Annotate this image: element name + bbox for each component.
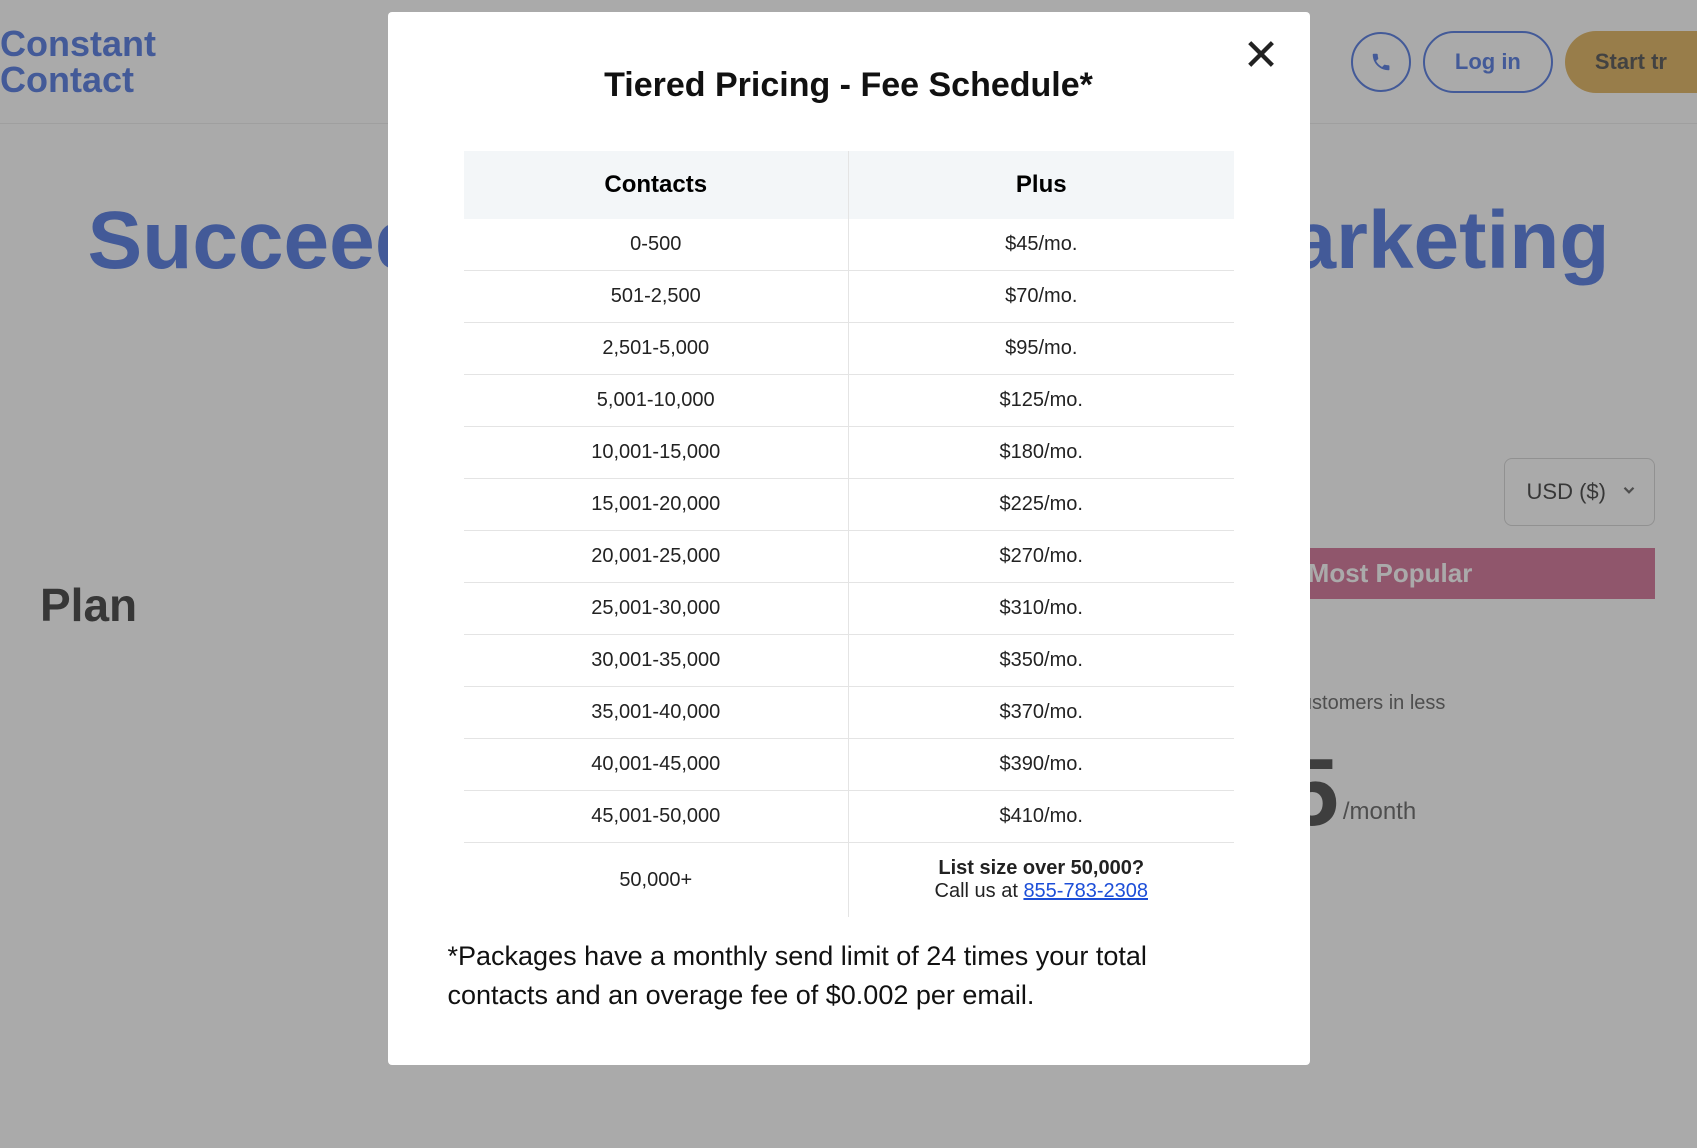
over-limit-call-text: Call us at: [935, 880, 1024, 902]
price-cell: $410/mo.: [849, 791, 1234, 843]
table-row: 10,001-15,000$180/mo.: [464, 427, 1234, 479]
contacts-cell: 501-2,500: [464, 271, 849, 323]
price-cell: $125/mo.: [849, 375, 1234, 427]
price-cell: $390/mo.: [849, 739, 1234, 791]
table-row: 45,001-50,000$410/mo.: [464, 791, 1234, 843]
contacts-cell: 35,001-40,000: [464, 687, 849, 739]
contacts-cell: 30,001-35,000: [464, 635, 849, 687]
pricing-footnote: *Packages have a monthly send limit of 2…: [448, 937, 1250, 1015]
table-row: 30,001-35,000$350/mo.: [464, 635, 1234, 687]
contacts-cell: 40,001-45,000: [464, 739, 849, 791]
contacts-cell: 0-500: [464, 219, 849, 271]
price-cell: $95/mo.: [849, 323, 1234, 375]
modal-title: Tiered Pricing - Fee Schedule*: [448, 66, 1250, 105]
contacts-cell: 50,000+: [464, 843, 849, 918]
contacts-cell: 5,001-10,000: [464, 375, 849, 427]
contacts-cell: 25,001-30,000: [464, 583, 849, 635]
table-row: 2,501-5,000$95/mo.: [464, 323, 1234, 375]
table-row: 25,001-30,000$310/mo.: [464, 583, 1234, 635]
table-row: 0-500$45/mo.: [464, 219, 1234, 271]
contacts-cell: 20,001-25,000: [464, 531, 849, 583]
price-cell: $180/mo.: [849, 427, 1234, 479]
table-row: 35,001-40,000$370/mo.: [464, 687, 1234, 739]
over-limit-cell: List size over 50,000?Call us at 855-783…: [849, 843, 1234, 918]
price-cell: $225/mo.: [849, 479, 1234, 531]
table-row: 501-2,500$70/mo.: [464, 271, 1234, 323]
table-row: 50,000+List size over 50,000?Call us at …: [464, 843, 1234, 918]
over-limit-question: List size over 50,000?: [849, 857, 1234, 880]
pricing-modal: ✕ Tiered Pricing - Fee Schedule* Contact…: [388, 12, 1310, 1065]
price-cell: $270/mo.: [849, 531, 1234, 583]
table-row: 40,001-45,000$390/mo.: [464, 739, 1234, 791]
price-cell: $370/mo.: [849, 687, 1234, 739]
contacts-cell: 2,501-5,000: [464, 323, 849, 375]
close-icon: ✕: [1243, 31, 1280, 80]
price-cell: $45/mo.: [849, 219, 1234, 271]
close-button[interactable]: ✕: [1243, 34, 1280, 78]
modal-overlay[interactable]: ✕ Tiered Pricing - Fee Schedule* Contact…: [0, 0, 1697, 1148]
contacts-cell: 10,001-15,000: [464, 427, 849, 479]
table-row: 15,001-20,000$225/mo.: [464, 479, 1234, 531]
contacts-cell: 15,001-20,000: [464, 479, 849, 531]
contacts-cell: 45,001-50,000: [464, 791, 849, 843]
price-cell: $70/mo.: [849, 271, 1234, 323]
pricing-table: Contacts Plus 0-500$45/mo.501-2,500$70/m…: [464, 151, 1234, 917]
phone-link[interactable]: 855-783-2308: [1023, 880, 1148, 902]
table-header-plus: Plus: [849, 151, 1234, 219]
table-row: 5,001-10,000$125/mo.: [464, 375, 1234, 427]
price-cell: $310/mo.: [849, 583, 1234, 635]
table-row: 20,001-25,000$270/mo.: [464, 531, 1234, 583]
table-header-contacts: Contacts: [464, 151, 849, 219]
price-cell: $350/mo.: [849, 635, 1234, 687]
